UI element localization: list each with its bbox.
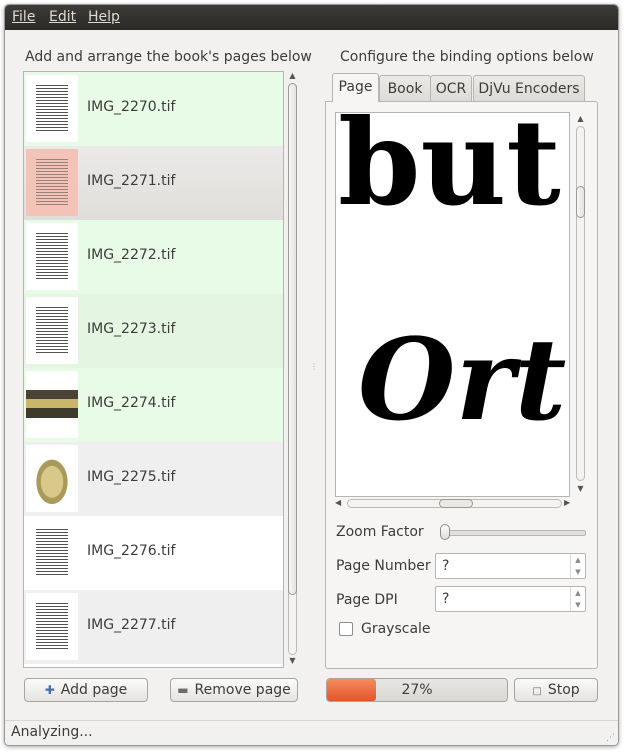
page-thumbnail: [26, 149, 78, 216]
preview-hscroll-thumb[interactable]: [439, 499, 473, 508]
spin-arrows-icon[interactable]: ▲ ▼: [570, 554, 585, 578]
page-dpi-spinbox[interactable]: ? ▲ ▼: [435, 586, 586, 612]
stop-label: Stop: [547, 682, 580, 698]
menu-help[interactable]: Help: [88, 9, 120, 25]
grayscale-label: Grayscale: [361, 621, 431, 637]
zoom-slider-handle[interactable]: [440, 524, 450, 540]
scroll-down-icon[interactable]: ▼: [286, 656, 299, 666]
page-thumbnail: [26, 593, 78, 660]
page-list-row[interactable]: IMG_2274.tif: [24, 368, 283, 442]
page-list-row[interactable]: IMG_2270.tif: [24, 72, 283, 146]
preview-vscroll-thumb[interactable]: [576, 186, 585, 218]
page-list-row[interactable]: IMG_2276.tif: [24, 516, 283, 590]
page-filename: IMG_2270.tif: [87, 99, 176, 115]
page-dpi-label: Page DPI: [336, 592, 398, 608]
tab-book[interactable]: Book: [379, 75, 431, 102]
menu-help-label: Help: [88, 9, 120, 25]
preview-vscroll-track[interactable]: [576, 126, 585, 481]
page-list[interactable]: IMG_2270.tif IMG_2271.tif IMG_2272.tif IMG_…: [23, 71, 284, 668]
page-filename: IMG_2276.tif: [87, 543, 176, 559]
stop-button[interactable]: □ Stop: [514, 678, 598, 702]
page-dpi-value: ?: [442, 591, 450, 607]
page-list-row[interactable]: IMG_2277.tif: [24, 590, 283, 664]
page-number-label: Page Number: [336, 558, 431, 574]
zoom-factor-label: Zoom Factor: [336, 524, 424, 540]
preview-scroll-right-icon[interactable]: ▶: [564, 497, 574, 509]
scrollbar-thumb[interactable]: [288, 83, 297, 595]
progress-bar: 27%: [326, 678, 508, 702]
page-filename: IMG_2275.tif: [87, 469, 176, 485]
zoom-factor-slider[interactable]: [440, 524, 586, 540]
page-filename: IMG_2271.tif: [87, 173, 176, 189]
preview-scroll-left-icon[interactable]: ◀: [335, 497, 345, 509]
scroll-up-icon[interactable]: ▲: [286, 71, 299, 81]
page-thumbnail: [26, 371, 78, 438]
minus-icon: ▬: [177, 683, 189, 697]
remove-page-label: Remove page: [194, 682, 291, 698]
plus-icon: ✚: [44, 683, 55, 697]
page-filename: IMG_2273.tif: [87, 321, 176, 337]
left-heading: Add and arrange the book's pages below: [25, 49, 312, 65]
preview-text-line1: but: [338, 112, 561, 232]
page-number-value: ?: [442, 558, 450, 574]
page-filename: IMG_2272.tif: [87, 247, 176, 263]
remove-page-button[interactable]: ▬ Remove page: [170, 678, 298, 702]
stop-icon: □: [532, 686, 542, 697]
tab-ocr[interactable]: OCR: [430, 75, 472, 102]
page-filename: IMG_2277.tif: [87, 617, 176, 633]
page-thumbnail: [26, 223, 78, 290]
page-filename: IMG_2274.tif: [87, 395, 176, 411]
preview-text-line2: Ort: [358, 315, 567, 446]
page-list-row[interactable]: IMG_2275.tif: [24, 442, 283, 516]
progress-text: 27%: [401, 682, 433, 698]
page-thumbnail: [26, 297, 78, 364]
page-thumbnail: [26, 519, 78, 586]
preview-hscrollbar[interactable]: ◀ ▶: [335, 497, 574, 509]
resize-grip-icon[interactable]: ⋰: [606, 733, 615, 743]
menubar: File Edit Help: [5, 5, 618, 30]
pane-splitter-handle[interactable]: ⋮: [310, 363, 318, 385]
spin-arrows-icon[interactable]: ▲ ▼: [570, 587, 585, 611]
app-window: File Edit Help Add and arrange the book'…: [4, 4, 619, 746]
page-preview: but Ort: [335, 112, 570, 497]
add-page-label: Add page: [60, 682, 128, 698]
page-list-row[interactable]: IMG_2272.tif: [24, 220, 283, 294]
menu-file[interactable]: File: [12, 9, 35, 25]
menu-edit-label: Edit: [49, 9, 77, 25]
status-text: Analyzing...: [11, 724, 93, 740]
tab-djvu-encoders[interactable]: DjVu Encoders: [473, 75, 585, 102]
page-list-row[interactable]: IMG_2273.tif: [24, 294, 283, 368]
page-number-spinbox[interactable]: ? ▲ ▼: [435, 553, 586, 579]
preview-vscrollbar[interactable]: ▲ ▼: [574, 112, 587, 497]
grayscale-checkbox[interactable]: [339, 622, 353, 636]
tab-page[interactable]: Page: [332, 73, 379, 102]
menu-edit[interactable]: Edit: [49, 9, 76, 25]
preview-scroll-down-icon[interactable]: ▼: [574, 484, 587, 494]
preview-scroll-up-icon[interactable]: ▲: [574, 114, 587, 124]
page-thumbnail: [26, 445, 78, 512]
right-heading: Configure the binding options below: [340, 49, 594, 65]
add-page-button[interactable]: ✚ Add page: [24, 678, 148, 702]
page-thumbnail: [26, 75, 78, 142]
menu-file-label: File: [12, 9, 36, 25]
page-list-row[interactable]: IMG_2271.tif: [24, 146, 283, 220]
zoom-slider-track[interactable]: [440, 530, 586, 536]
statusbar: Analyzing... ⋰: [5, 720, 618, 745]
page-list-scrollbar[interactable]: ▲ ▼: [286, 71, 299, 666]
